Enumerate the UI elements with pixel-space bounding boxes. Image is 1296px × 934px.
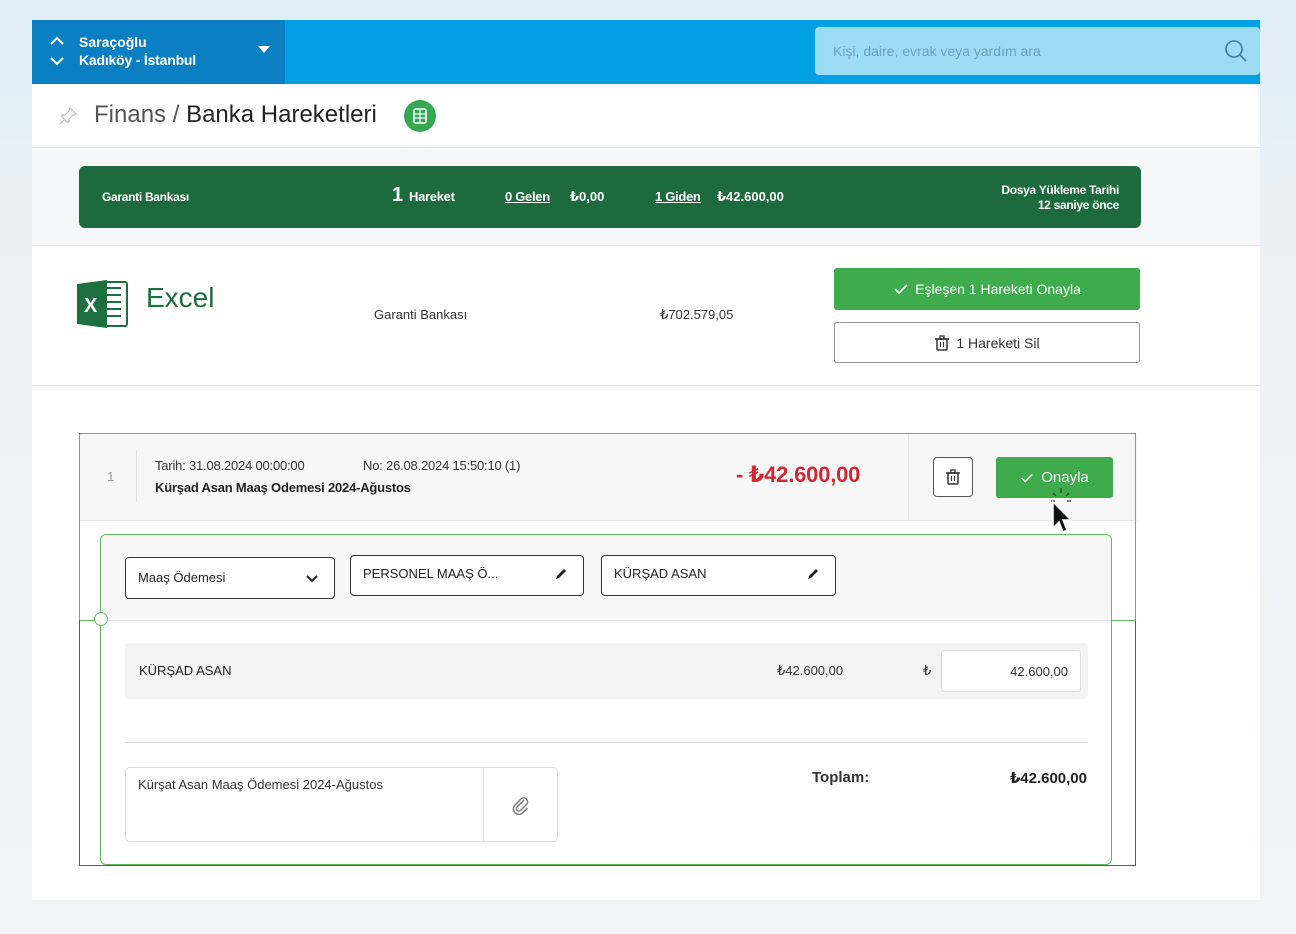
- transaction-index: 1: [107, 469, 115, 484]
- bank-summary-bar: Garanti Bankası 1 Hareket 0 Gelen ₺0,00 …: [79, 166, 1141, 228]
- delete-transaction-button[interactable]: [933, 457, 973, 497]
- breadcrumb: Finans / Banka Hareketleri: [94, 100, 377, 130]
- assignment-row: Maaş Ödemesi PERSONEL MAAŞ Ö... KÜRŞAD A…: [101, 535, 1111, 621]
- excel-export-button[interactable]: [404, 100, 436, 132]
- approve-all-label: Eşleşen 1 Hareketi Onayla: [915, 281, 1081, 297]
- person-field[interactable]: KÜRŞAD ASAN: [601, 555, 836, 596]
- account-value: PERSONEL MAAŞ Ö...: [363, 566, 499, 581]
- delete-all-button[interactable]: 1 Hareketi Sil: [834, 322, 1140, 363]
- check-icon: [1021, 473, 1034, 483]
- breadcrumb-separator: /: [166, 101, 187, 128]
- upload-date-label: Dosya Yükleme Tarihi: [1001, 183, 1119, 197]
- category-value: Maaş Ödemesi: [138, 570, 226, 585]
- summary-count: 1: [392, 184, 404, 206]
- search-input[interactable]: [815, 27, 1215, 75]
- summary-count-label: Hareket: [409, 189, 455, 204]
- top-bar: Saraçoğlu Kadıköy - İstanbul: [32, 20, 1260, 84]
- transaction-amount: - ₺42.600,00: [736, 462, 861, 487]
- location-switcher[interactable]: Saraçoğlu Kadıköy - İstanbul: [32, 20, 285, 84]
- upload-time: 12 saniye önce: [1037, 198, 1119, 212]
- svg-text:X: X: [84, 295, 98, 317]
- file-type-label: Excel: [146, 282, 215, 313]
- line-item-name: KÜRŞAD ASAN: [139, 663, 232, 678]
- approve-all-button[interactable]: Eşleşen 1 Hareketi Onayla: [834, 268, 1140, 310]
- outgoing-amount: ₺42.600,00: [717, 189, 784, 204]
- pencil-icon[interactable]: [553, 566, 569, 582]
- outgoing-link[interactable]: 1 Giden: [655, 189, 701, 204]
- summary-section: Garanti Bankası 1 Hareket 0 Gelen ₺0,00 …: [32, 148, 1260, 246]
- paperclip-icon: [512, 796, 529, 815]
- divider: [908, 434, 909, 520]
- excel-file-icon: [413, 108, 427, 124]
- transaction-date: Tarih: 31.08.2024 00:00:00: [155, 458, 305, 473]
- divider: [125, 742, 1088, 743]
- check-icon: [894, 284, 908, 295]
- search-box: [815, 27, 1260, 75]
- chevron-down-icon: [306, 575, 318, 583]
- incoming-link[interactable]: 0 Gelen: [505, 189, 550, 204]
- app-window: Saraçoğlu Kadıköy - İstanbul Finans / Ba…: [32, 20, 1260, 900]
- pin-icon[interactable]: [58, 106, 78, 126]
- incoming-amount: ₺0,00: [570, 189, 605, 204]
- trash-icon: [935, 334, 950, 351]
- transaction-description: Kürşad Asan Maaş Odemesi 2024-Ağustos: [155, 480, 411, 495]
- file-balance: ₺702.579,05: [660, 307, 734, 322]
- line-item-amount: ₺42.600,00: [777, 663, 844, 678]
- person-value: KÜRŞAD ASAN: [614, 566, 707, 581]
- category-select[interactable]: Maaş Ödemesi: [125, 557, 335, 599]
- attach-button[interactable]: [483, 768, 558, 841]
- summary-bank-name: Garanti Bankası: [102, 190, 189, 204]
- file-bank-name: Garanti Bankası: [374, 307, 468, 322]
- search-icon[interactable]: [1224, 39, 1248, 63]
- location-city: Kadıköy - İstanbul: [79, 52, 196, 68]
- total-label: Toplam:: [812, 769, 870, 786]
- chevron-up-down-icon[interactable]: [48, 32, 66, 72]
- location-name: Saraçoğlu: [79, 34, 147, 50]
- transaction-detail-panel: Maaş Ödemesi PERSONEL MAAŞ Ö... KÜRŞAD A…: [100, 534, 1112, 865]
- caret-down-icon[interactable]: [258, 46, 270, 53]
- line-amount-input[interactable]: [941, 650, 1081, 692]
- note-textarea[interactable]: Kürşat Asan Maaş Ödemesi 2024-Ağustos: [126, 768, 483, 841]
- note-box: Kürşat Asan Maaş Ödemesi 2024-Ağustos: [125, 767, 558, 842]
- transaction-number: No: 26.08.2024 15:50:10 (1): [363, 458, 521, 473]
- approve-transaction-label: Onayla: [1041, 469, 1089, 486]
- page-title: Banka Hareketleri: [186, 101, 377, 128]
- page-header: Finans / Banka Hareketleri: [32, 84, 1260, 148]
- file-info-row: X Excel Garanti Bankası ₺702.579,05 Eşle…: [32, 246, 1260, 386]
- transaction-header[interactable]: 1 Tarih: 31.08.2024 00:00:00 No: 26.08.2…: [80, 434, 1137, 521]
- trash-icon: [946, 469, 960, 485]
- breadcrumb-section[interactable]: Finans: [94, 101, 166, 128]
- connector-node: [94, 612, 108, 626]
- mouse-cursor-icon: [1051, 488, 1073, 534]
- excel-logo-icon: X: [77, 280, 128, 328]
- line-item: KÜRŞAD ASAN ₺42.600,00 ₺: [125, 643, 1088, 699]
- account-field[interactable]: PERSONEL MAAŞ Ö...: [350, 555, 584, 596]
- total-value: ₺42.600,00: [1009, 770, 1087, 787]
- divider: [136, 450, 137, 502]
- currency-symbol: ₺: [923, 663, 932, 678]
- delete-all-label: 1 Hareketi Sil: [956, 334, 1040, 351]
- pencil-icon[interactable]: [805, 566, 821, 582]
